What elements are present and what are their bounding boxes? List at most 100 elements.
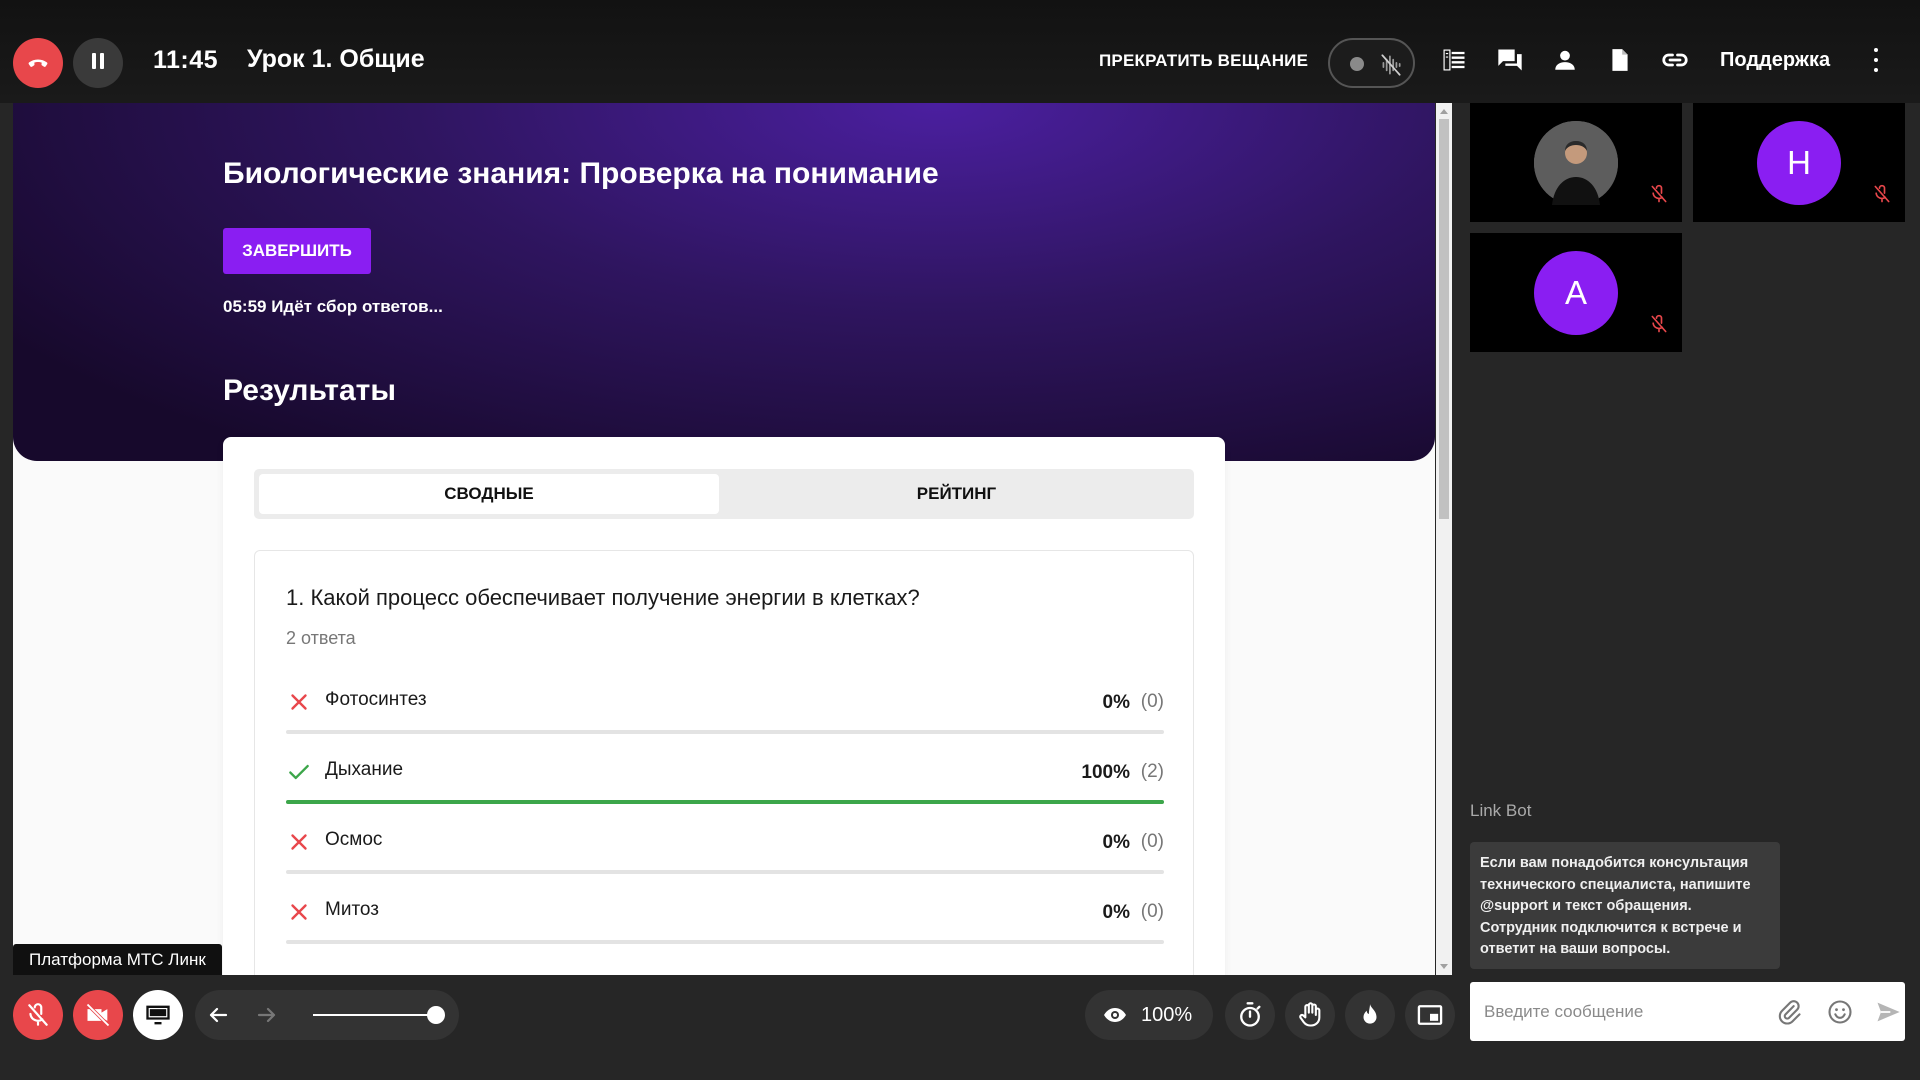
picture-in-picture-button[interactable] [1405,990,1455,1040]
more-icon[interactable] [1872,48,1880,72]
broadcast-toggle[interactable] [1328,38,1415,88]
timer-icon [1240,1002,1261,1027]
viewers-indicator[interactable]: 100% [1085,990,1213,1040]
forward-arrow-icon[interactable] [255,1003,279,1027]
support-link[interactable]: Поддержка [1720,49,1830,72]
avatar [1534,121,1618,205]
results-tabs: СВОДНЫЕ РЕЙТИНГ [254,469,1194,519]
camera-off-icon [86,1003,110,1027]
call-time: 11:45 [153,46,219,74]
message-input[interactable] [1484,982,1764,1041]
cross-icon [291,904,307,920]
cross-icon [291,694,307,710]
mic-off-icon [1381,54,1401,76]
camera-button[interactable] [73,990,123,1040]
link-button[interactable] [1659,44,1691,76]
option-bar-fill [286,800,1164,804]
option-label: Митоз [325,899,379,920]
participant-tile[interactable] [1470,103,1682,222]
option-label: Дыхание [325,759,404,780]
back-arrow-icon[interactable] [206,1003,230,1027]
option-bar [286,800,1164,804]
content-scrollbar[interactable] [1436,103,1452,975]
pause-button[interactable] [73,38,123,88]
timer-button[interactable] [1225,990,1275,1040]
answers-count: 2 ответа [286,628,356,648]
option-bar [286,940,1164,944]
screen-share-icon [146,1005,170,1025]
screen-share-button[interactable] [133,990,183,1040]
emoji-icon[interactable] [1826,998,1854,1026]
check-icon [289,764,309,780]
hangup-icon [28,59,48,67]
document-button[interactable] [1604,44,1636,76]
question-text: 1. Какой процесс обеспечивает получение … [286,585,920,610]
eye-icon [1104,1008,1126,1022]
answer-option: Осмос 0% (0) [286,821,1164,874]
answer-option: Митоз 0% (0) [286,891,1164,944]
volume-slider-track[interactable] [313,1014,437,1016]
scroll-thumb[interactable] [1439,119,1449,519]
option-label: Фотосинтез [325,689,427,710]
scroll-up-icon[interactable] [1440,109,1448,114]
participants-icon [1555,50,1575,70]
pause-icon [90,52,106,74]
avatar: Н [1757,121,1841,205]
mic-muted-icon [1874,184,1890,203]
attach-icon[interactable] [1775,998,1803,1026]
mic-off-icon [28,1003,48,1026]
send-icon[interactable] [1874,998,1902,1026]
scroll-down-icon[interactable] [1440,964,1448,969]
presentation-area: Биологические знания: Проверка на понима… [13,103,1435,975]
answer-option: Фотосинтез 0% (0) [286,681,1164,734]
microphone-button[interactable] [13,990,63,1040]
tab-summary[interactable]: СВОДНЫЕ [259,474,719,514]
chat-author: Link Bot [1470,801,1532,820]
hangup-button[interactable] [13,38,63,88]
slide-navigation [195,990,459,1040]
toggle-knob [1350,57,1364,71]
option-label: Осмос [325,829,383,850]
message-composer [1470,982,1905,1041]
raise-hand-button[interactable] [1285,990,1335,1040]
option-count: (0) [1140,901,1164,922]
option-bar [286,870,1164,874]
option-percent: 0% [1102,902,1130,923]
user-photo-icon [1534,121,1618,205]
mic-muted-icon [1651,184,1667,203]
mic-muted-icon [1651,314,1667,333]
results-card: СВОДНЫЕ РЕЙТИНГ 1. Какой процесс обеспеч… [223,437,1225,975]
lesson-title: Урок 1. Общие [247,45,425,73]
reactions-button[interactable] [1345,990,1395,1040]
option-percent: 100% [1081,762,1130,783]
platform-tooltip: Платформа МТС Линк [13,944,222,975]
stop-broadcast-button[interactable]: ПРЕКРАТИТЬ ВЕЩАНИЕ [1099,51,1308,71]
notes-icon [1443,49,1465,71]
avatar: А [1534,251,1618,335]
option-count: (0) [1140,691,1164,712]
quiz-status: 05:59 Идёт сбор ответов... [223,297,443,316]
tab-rating[interactable]: РЕЙТИНГ [724,474,1189,514]
finish-button[interactable]: ЗАВЕРШИТЬ [223,228,371,274]
volume-slider-handle[interactable] [427,1006,445,1024]
fire-icon [1363,1004,1377,1024]
question-result: 1. Какой процесс обеспечивает получение … [254,550,1194,975]
quiz-header: Биологические знания: Проверка на понима… [13,103,1435,461]
top-bar: 11:45 Урок 1. Общие ПРЕКРАТИТЬ ВЕЩАНИЕ П… [0,0,1920,103]
option-count: (0) [1140,831,1164,852]
viewers-percent: 100% [1141,1004,1193,1026]
notes-button[interactable] [1438,44,1470,76]
option-percent: 0% [1102,832,1130,853]
results-heading: Результаты [223,374,396,407]
option-bar [286,730,1164,734]
participants-button[interactable] [1549,44,1581,76]
answer-option: Дыхание 100% (2) [286,751,1164,804]
participant-tile[interactable]: Н [1693,103,1905,222]
chat-icon [1498,49,1522,71]
chat-button[interactable] [1494,44,1526,76]
picture-in-picture-icon [1417,1005,1443,1025]
participant-tile[interactable]: А [1470,233,1682,352]
option-percent: 0% [1102,692,1130,713]
cross-icon [291,834,307,850]
document-icon [1612,49,1628,71]
